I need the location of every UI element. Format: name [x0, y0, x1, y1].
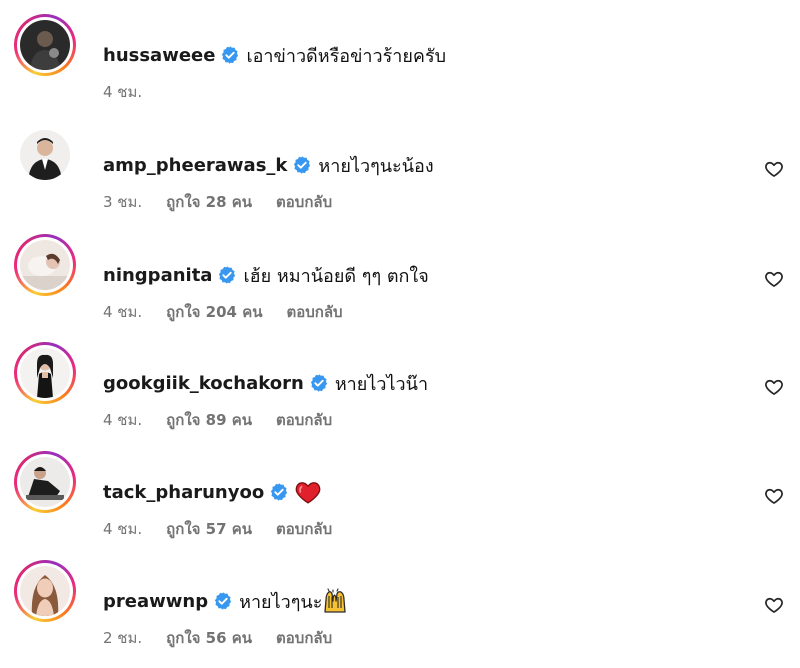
avatar[interactable] — [14, 342, 76, 404]
comment-text: เอาข่าวดีหรือข่าวร้ายครับ — [246, 45, 447, 67]
verified-badge-icon — [292, 155, 312, 175]
like-heart-icon[interactable] — [764, 377, 784, 397]
avatar-photo — [20, 457, 70, 507]
avatar-photo — [20, 20, 70, 70]
avatar[interactable] — [14, 451, 76, 513]
comment-item: amp_pheerawas_k หายไวๆนะน้อง 3 ชม. ถูกใจ… — [0, 124, 800, 224]
comment-item: ningpanita เฮ้ย หมาน้อยดี ๆๆ ตกใจ 4 ชม. … — [0, 234, 800, 334]
reply-button[interactable]: ตอบกลับ — [276, 190, 332, 214]
comment-likes-link[interactable]: ถูกใจ 89 คน — [166, 408, 252, 432]
comment-username[interactable]: tack_pharunyoo — [103, 482, 264, 503]
avatar-photo — [20, 566, 70, 616]
avatar-photo — [20, 240, 70, 290]
verified-badge-icon — [220, 45, 240, 65]
avatar-photo — [20, 130, 70, 180]
comment-likes-link[interactable]: ถูกใจ 56 คน — [166, 626, 252, 650]
verified-badge-icon — [309, 373, 329, 393]
avatar[interactable] — [14, 560, 76, 622]
comment-username[interactable]: hussaweee — [103, 45, 215, 66]
comment-timestamp: 4 ชม. — [103, 83, 143, 101]
avatar-photo — [20, 348, 70, 398]
comment-item: preawwnp หายไวๆนะ 2 ชม. ถูกใจ 56 คน ตอบก… — [0, 560, 800, 660]
comment-likes-link[interactable]: ถูกใจ 57 คน — [166, 517, 252, 541]
comment-timestamp: 4 ชม. — [103, 520, 143, 538]
red-heart-emoji — [295, 480, 321, 504]
comment-item: hussaweee เอาข่าวดีหรือข่าวร้ายครับ 4 ชม… — [0, 14, 800, 114]
reply-button[interactable]: ตอบกลับ — [276, 626, 332, 650]
comment-timestamp: 2 ชม. — [103, 629, 143, 647]
avatar[interactable] — [14, 234, 76, 296]
comment-list: hussaweee เอาข่าวดีหรือข่าวร้ายครับ 4 ชม… — [0, 0, 800, 668]
comment-text: หายไวๆนะน้อง — [318, 155, 434, 177]
like-heart-icon[interactable] — [764, 486, 784, 506]
like-heart-icon[interactable] — [764, 159, 784, 179]
like-heart-icon[interactable] — [764, 595, 784, 615]
raising-hands-emoji — [322, 588, 348, 614]
comment-timestamp: 3 ชม. — [103, 193, 143, 211]
verified-badge-icon — [213, 591, 233, 611]
comment-username[interactable]: preawwnp — [103, 591, 208, 612]
avatar[interactable] — [14, 14, 76, 76]
comment-timestamp: 4 ชม. — [103, 411, 143, 429]
like-heart-icon[interactable] — [764, 269, 784, 289]
reply-button[interactable]: ตอบกลับ — [276, 517, 332, 541]
comment-timestamp: 4 ชม. — [103, 303, 143, 321]
comment-text: หายไวไวน๊า — [334, 373, 429, 395]
reply-button[interactable]: ตอบกลับ — [276, 408, 332, 432]
comment-item: gookgiik_kochakorn หายไวไวน๊า 4 ชม. ถูกใ… — [0, 342, 800, 442]
comment-username[interactable]: gookgiik_kochakorn — [103, 373, 304, 394]
verified-badge-icon — [269, 482, 289, 502]
comment-item: tack_pharunyoo 4 ชม. ถูกใจ 57 คน ตอบกลับ — [0, 451, 800, 551]
avatar[interactable] — [14, 124, 76, 186]
reply-button[interactable]: ตอบกลับ — [286, 300, 342, 324]
comment-likes-link[interactable]: ถูกใจ 28 คน — [166, 190, 252, 214]
comment-text: เฮ้ย หมาน้อยดี ๆๆ ตกใจ — [243, 265, 429, 287]
verified-badge-icon — [217, 265, 237, 285]
comment-username[interactable]: amp_pheerawas_k — [103, 155, 287, 176]
comment-username[interactable]: ningpanita — [103, 265, 212, 286]
comment-text: หายไวๆนะ — [239, 591, 323, 613]
comment-likes-link[interactable]: ถูกใจ 204 คน — [166, 300, 262, 324]
